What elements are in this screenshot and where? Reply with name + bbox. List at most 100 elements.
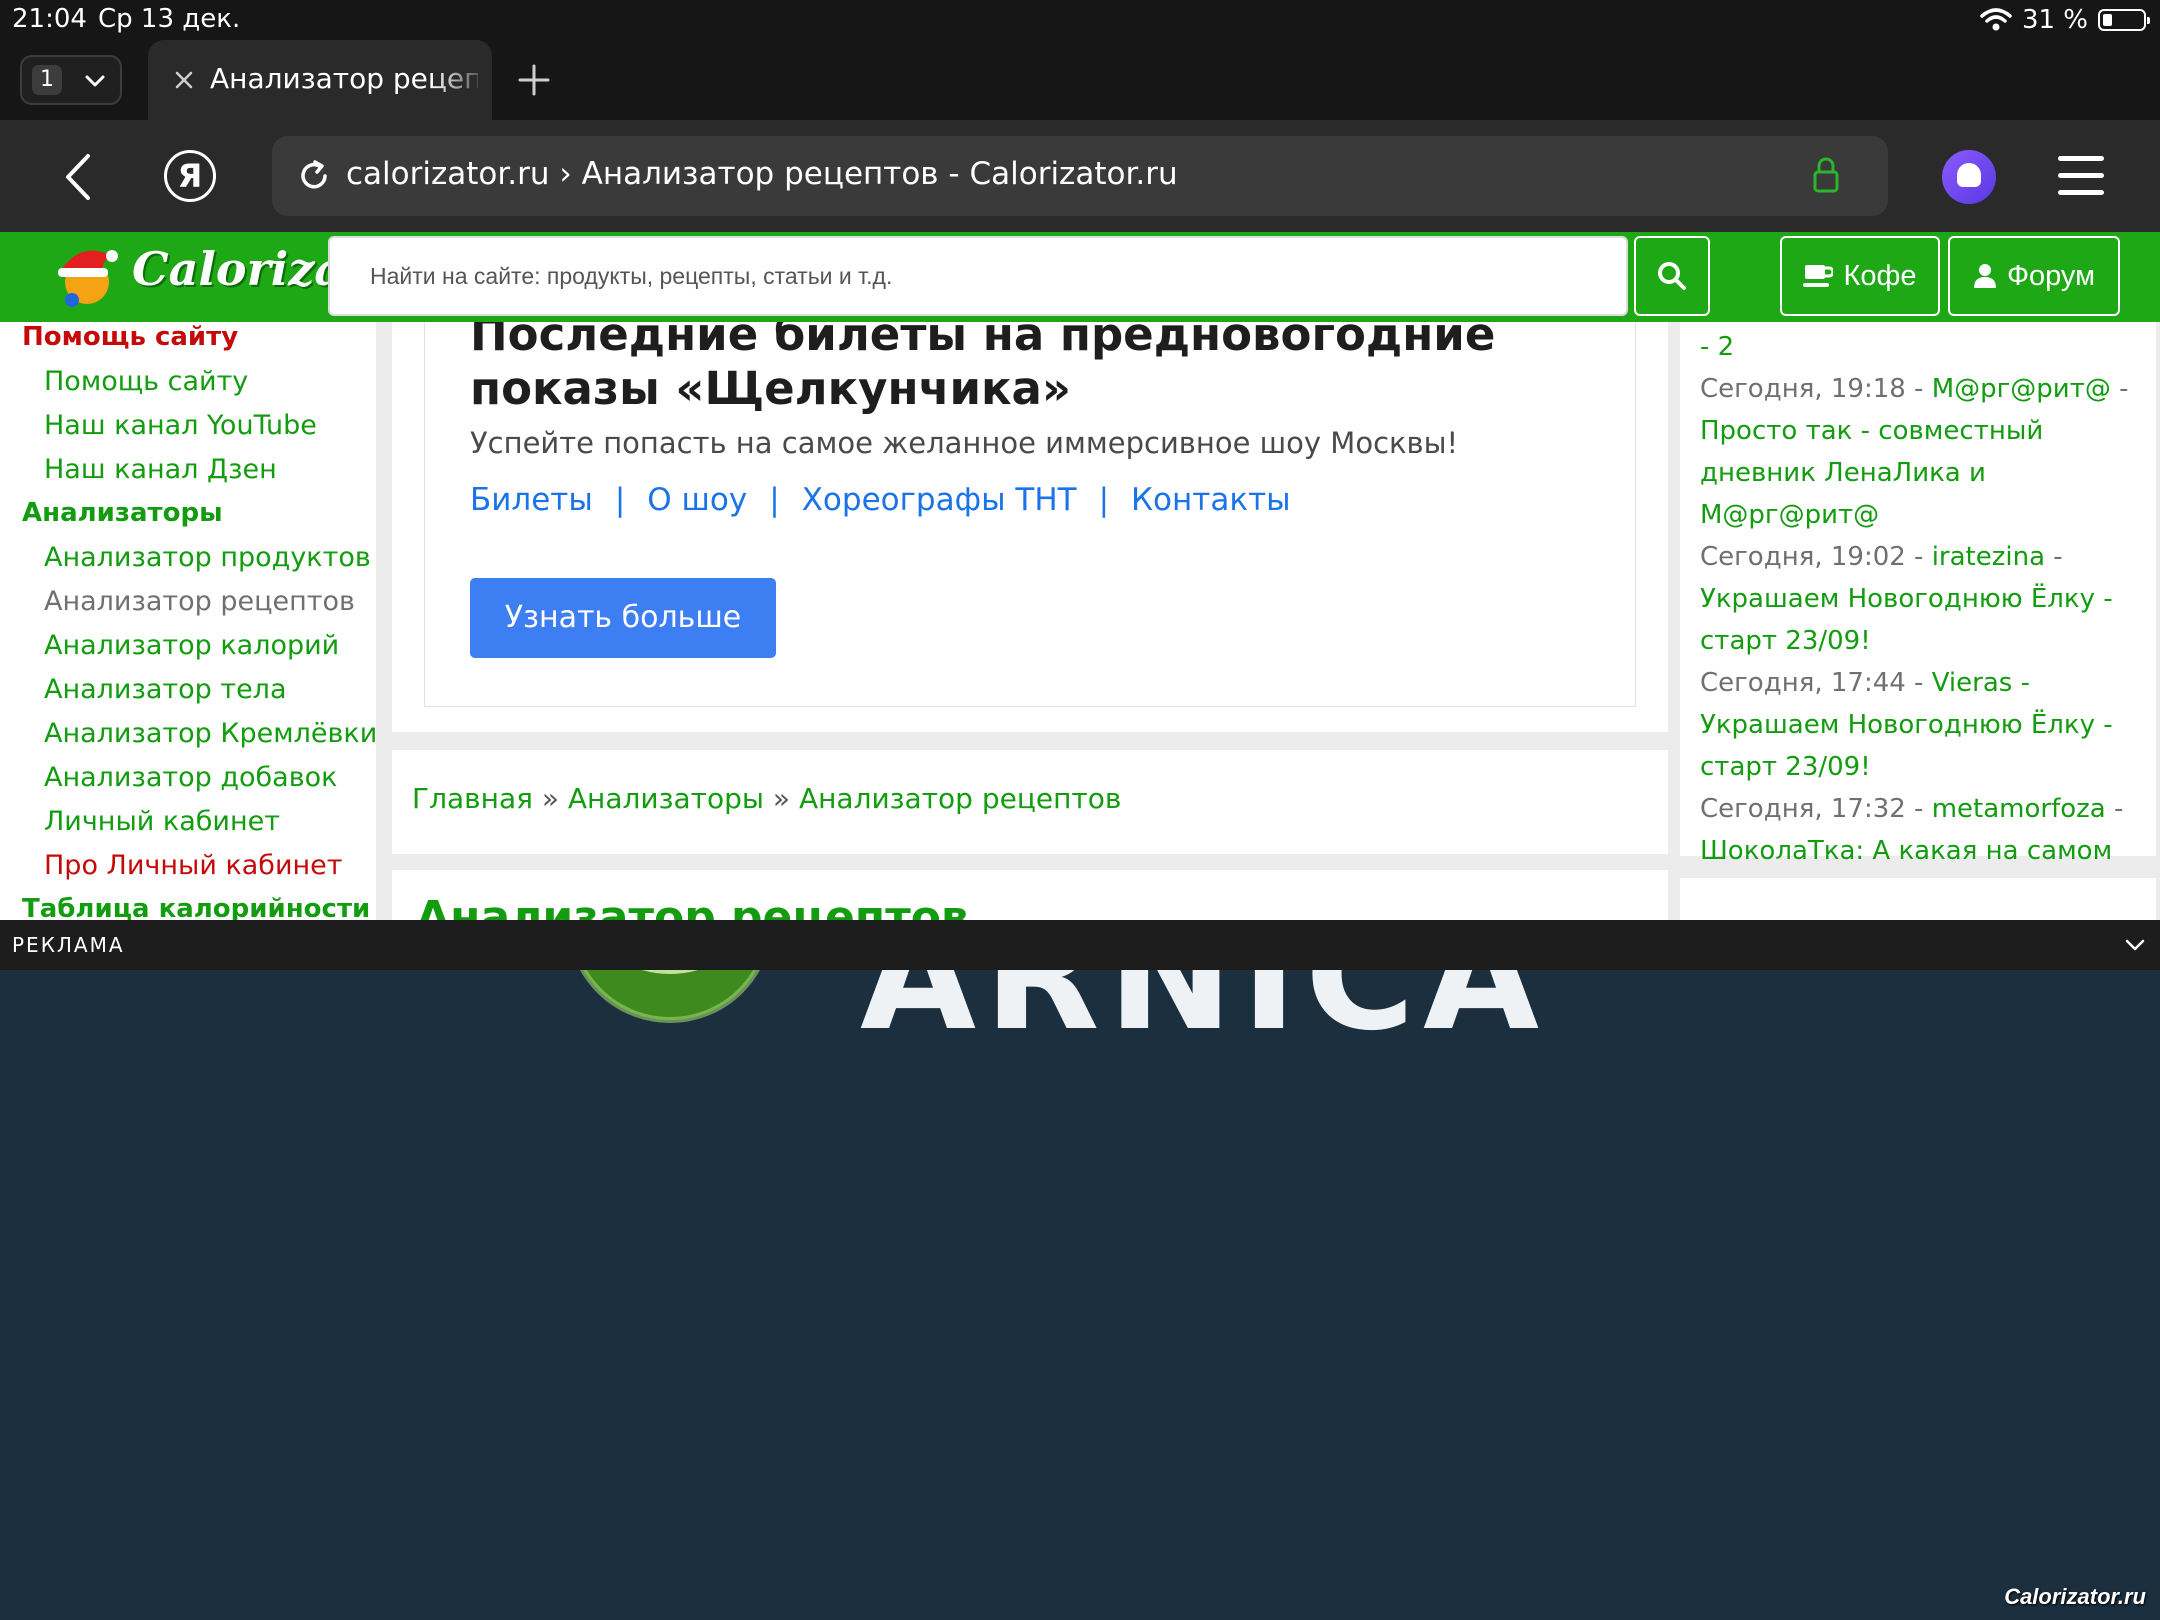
url-separator: › <box>549 156 582 192</box>
sidebar-item-calorie-analyzer[interactable]: Анализатор калорий <box>44 630 339 661</box>
ad-title[interactable]: Последние билеты на предновогодние показ… <box>470 322 1600 416</box>
site-header: Calorizator Найти на сайте: продукты, ре… <box>0 232 2160 322</box>
ad-link-separator: | <box>1098 482 1110 518</box>
sidebar-item-pro-cabinet[interactable]: Про Личный кабинет <box>44 850 343 881</box>
chevron-down-icon[interactable] <box>2124 934 2146 956</box>
feed-entry-topic[interactable]: Украшаем Новогоднюю Ёлку - старт 23/09! <box>1700 710 2113 782</box>
sidebar-item-additives-analyzer[interactable]: Анализатор добавок <box>44 762 337 793</box>
ad-brand-letters: ARNICA <box>860 970 1548 1064</box>
santa-hat-icon <box>58 250 118 307</box>
sidebar-item-help[interactable]: Помощь сайту <box>44 366 248 397</box>
breadcrumb-analyzers[interactable]: Анализаторы <box>568 782 764 815</box>
ad-learn-more-button[interactable]: Узнать больше <box>470 578 776 658</box>
yandex-logo-icon[interactable]: Я <box>164 150 216 202</box>
alice-assistant-icon[interactable] <box>1942 150 1996 204</box>
sidebar-section-analyzers[interactable]: Анализаторы <box>22 498 223 528</box>
coffee-cup-icon <box>1803 265 1834 287</box>
breadcrumb: Главная » Анализаторы » Анализатор рецеп… <box>412 782 1121 815</box>
site-search-input[interactable]: Найти на сайте: продукты, рецепты, стать… <box>328 236 1628 316</box>
site-search-button[interactable] <box>1634 236 1710 316</box>
wifi-icon <box>1980 8 2012 31</box>
feed-entry: Сегодня, 19:02 - iratezina - Украшаем Но… <box>1700 536 2148 662</box>
feed-entry-user[interactable]: metamorfoza <box>1932 794 2106 824</box>
ad-link-about-show[interactable]: О шоу <box>647 482 747 518</box>
ad-links: Билеты | О шоу | Хореографы ТНТ | Контакты <box>470 482 1291 518</box>
sidebar-item-dzen[interactable]: Наш канал Дзен <box>44 454 277 485</box>
ad-banner[interactable]: ARNICA Calorizator.ru <box>0 970 2160 1620</box>
reload-icon[interactable] <box>296 158 332 194</box>
status-right: 31 % <box>1980 4 2150 36</box>
feed-entry-time: Сегодня, 17:44 - <box>1700 668 1932 698</box>
sidebar-item-youtube[interactable]: Наш канал YouTube <box>44 410 317 441</box>
feed-entry-time: Сегодня, 19:18 - <box>1700 374 1932 404</box>
breadcrumb-card: Главная » Анализаторы » Анализатор рецеп… <box>392 750 1668 854</box>
feed-entry-dash: - <box>2105 794 2124 824</box>
menu-icon[interactable] <box>2058 156 2104 196</box>
feed-topic-tail[interactable]: - 2 <box>1700 332 1734 362</box>
sidebar-section-help[interactable]: Помощь сайту <box>22 322 238 352</box>
tab-title-fade <box>432 40 492 120</box>
forum-button[interactable]: Форум <box>1948 236 2120 316</box>
url-page-title: Анализатор рецептов - Calorizator.ru <box>581 156 1178 192</box>
feed-entry-dash: - <box>2110 374 2129 404</box>
ad-link-separator: | <box>769 482 780 518</box>
feed-entry-time: Сегодня, 17:32 - <box>1700 794 1932 824</box>
back-icon[interactable] <box>58 152 102 202</box>
address-bar[interactable]: calorizator.ru › Анализатор рецептов - C… <box>272 136 1888 216</box>
sidebar-item-personal-cabinet[interactable]: Личный кабинет <box>44 806 280 837</box>
new-tab-icon[interactable] <box>516 62 552 98</box>
tab-count: 1 <box>32 65 62 95</box>
ad-link-choreographers[interactable]: Хореографы ТНТ <box>802 482 1077 518</box>
ad-banner-label: РЕКЛАМА <box>12 933 125 957</box>
feed-entry-topic[interactable]: Украшаем Новогоднюю Ёлку - старт 23/09! <box>1700 584 2113 656</box>
right-sidebar-card <box>1680 878 2156 920</box>
ad-link-contacts[interactable]: Контакты <box>1131 482 1291 518</box>
page-content: Помощь сайту Помощь сайту Наш канал YouT… <box>0 322 2160 920</box>
feed-entry-dash: - <box>2045 542 2063 572</box>
site-logo[interactable]: Calorizator <box>48 236 420 316</box>
sidebar-section-calorie-table[interactable]: Таблица калорийности <box>22 894 370 920</box>
sidebar-item-recipe-analyzer[interactable]: Анализатор рецептов <box>44 586 355 617</box>
sidebar-item-product-analyzer[interactable]: Анализатор продуктов <box>44 542 371 573</box>
page-title: Анализатор рецептов <box>416 892 969 920</box>
url-text: calorizator.ru › Анализатор рецептов - C… <box>346 156 1178 192</box>
active-tab[interactable]: Анализатор рецептов <box>148 40 492 120</box>
search-icon <box>1658 262 1686 290</box>
lock-icon[interactable] <box>1812 156 1840 194</box>
tab-switcher-button[interactable]: 1 <box>20 55 122 105</box>
ad-subtitle: Успейте попасть на самое желанное иммерс… <box>470 426 1459 460</box>
feed-entry-user[interactable]: iratezina <box>1932 542 2045 572</box>
feed-entry: Сегодня, 17:44 - Vieras - Украшаем Новог… <box>1700 662 2148 788</box>
url-domain: calorizator.ru <box>346 156 550 192</box>
left-sidebar: Помощь сайту Помощь сайту Наш канал YouT… <box>0 322 376 920</box>
coffee-label: Кофе <box>1843 259 1917 292</box>
ad-link-separator: | <box>614 482 626 518</box>
feed-entry-dash: - <box>2012 668 2030 698</box>
sidebar-item-body-analyzer[interactable]: Анализатор тела <box>44 674 287 705</box>
feed-entry-time: Сегодня, 19:02 - <box>1700 542 1932 572</box>
user-icon <box>1973 264 1996 288</box>
feed-entry-user[interactable]: М@рг@рит@ <box>1932 374 2111 404</box>
feed-entry-topic[interactable]: Просто так - совместный дневник ЛенаЛика… <box>1700 416 2043 530</box>
site-watermark: Calorizator.ru <box>2004 1584 2146 1609</box>
battery-icon <box>2098 9 2150 31</box>
close-icon[interactable] <box>174 70 194 90</box>
coffee-button[interactable]: Кофе <box>1780 236 1940 316</box>
feed-entry-user[interactable]: Vieras <box>1932 668 2013 698</box>
feed-entry: Сегодня, 19:18 - М@рг@рит@ - Просто так … <box>1700 368 2148 536</box>
sidebar-item-kremlin-analyzer[interactable]: Анализатор Кремлёвки <box>44 718 376 749</box>
feed-continuation: - 2 <box>1700 326 2148 368</box>
status-date: Ср 13 дек. <box>98 4 241 34</box>
ad-link-tickets[interactable]: Билеты <box>470 482 593 518</box>
breadcrumb-home[interactable]: Главная <box>412 782 533 815</box>
browser-toolbar: Я calorizator.ru › Анализатор рецептов -… <box>0 120 2160 232</box>
breadcrumb-separator: » <box>772 782 791 815</box>
breadcrumb-current[interactable]: Анализатор рецептов <box>799 782 1121 815</box>
leaf-logo-icon <box>579 970 761 1023</box>
battery-percent: 31 % <box>2021 5 2088 35</box>
chevron-down-icon <box>85 75 105 87</box>
title-card: Анализатор рецептов <box>392 870 1668 920</box>
status-bar: 21:04 Ср 13 дек. 31 % <box>0 0 2160 40</box>
status-time: 21:04 <box>12 4 87 34</box>
tab-strip: 1 Анализатор рецептов <box>0 40 2160 120</box>
